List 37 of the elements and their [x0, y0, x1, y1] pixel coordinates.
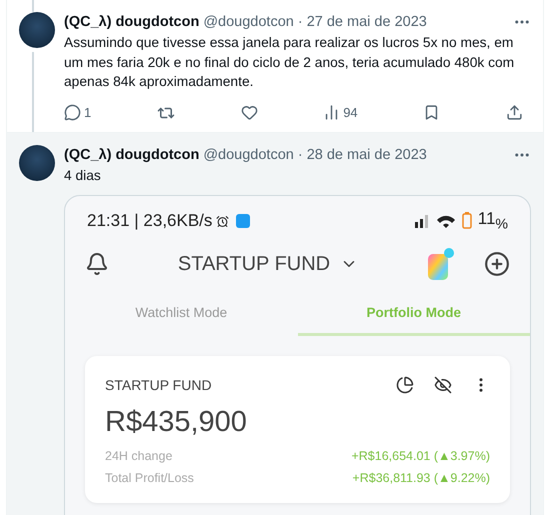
app-icon: [236, 214, 250, 228]
card-title: STARTUP FUND: [105, 377, 212, 393]
battery-icon: [462, 212, 472, 230]
like-button[interactable]: [240, 104, 258, 122]
battery-percent: 11$_{%}$: [478, 209, 508, 233]
avatar[interactable]: [18, 144, 54, 180]
author-handle[interactable]: @dougdotcon: [203, 14, 294, 30]
stat-value: +R$16,654.01 (▲3.97%): [351, 448, 490, 465]
hide-icon[interactable]: [434, 376, 452, 394]
stat-label: Total Profit/Loss: [105, 470, 194, 487]
reply-button[interactable]: 1: [64, 104, 92, 122]
add-icon[interactable]: [484, 251, 510, 277]
tweet-text: 4 dias: [64, 166, 102, 184]
wifi-icon: [436, 214, 456, 228]
tweet-date[interactable]: · 28 de mai de 2023: [298, 146, 427, 162]
pie-chart-icon[interactable]: [396, 376, 414, 394]
signal-icon: [414, 214, 430, 228]
share-button[interactable]: [506, 104, 523, 122]
tweet[interactable]: [7, 0, 543, 132]
alarm-icon: [216, 214, 230, 228]
portfolio-title: STARTUP FUND: [178, 252, 330, 276]
tweet[interactable]: [7, 132, 543, 515]
author-handle[interactable]: @dougdotcon: [203, 146, 294, 162]
share-icon: [506, 104, 523, 121]
avatar[interactable]: [18, 12, 54, 48]
portfolio-value: R$435,900: [105, 406, 248, 439]
tweet-text: Assumindo que tivesse essa janela para realizar os lucros 5x no mes, em um mes faria 20k e no final do ciclo de 2 anos, teria acumulado 480k com apenas 84k aproximadamente.: [64, 34, 516, 91]
author-name[interactable]: (QC_λ) dougdotcon: [64, 14, 200, 30]
stat-label: 24H change: [105, 448, 172, 465]
reply-icon: [64, 104, 81, 121]
tweet-date[interactable]: · 27 de mai de 2023: [298, 14, 427, 30]
author-name[interactable]: (QC_λ) dougdotcon: [64, 146, 200, 162]
status-time: 21:31 | 23,6KB/s: [87, 211, 212, 231]
notification-icon[interactable]: [85, 252, 109, 276]
like-icon: [240, 104, 258, 121]
stat-value: +R$36,811.93 (▲9.22%): [352, 470, 490, 487]
views-button[interactable]: 94: [323, 104, 358, 122]
